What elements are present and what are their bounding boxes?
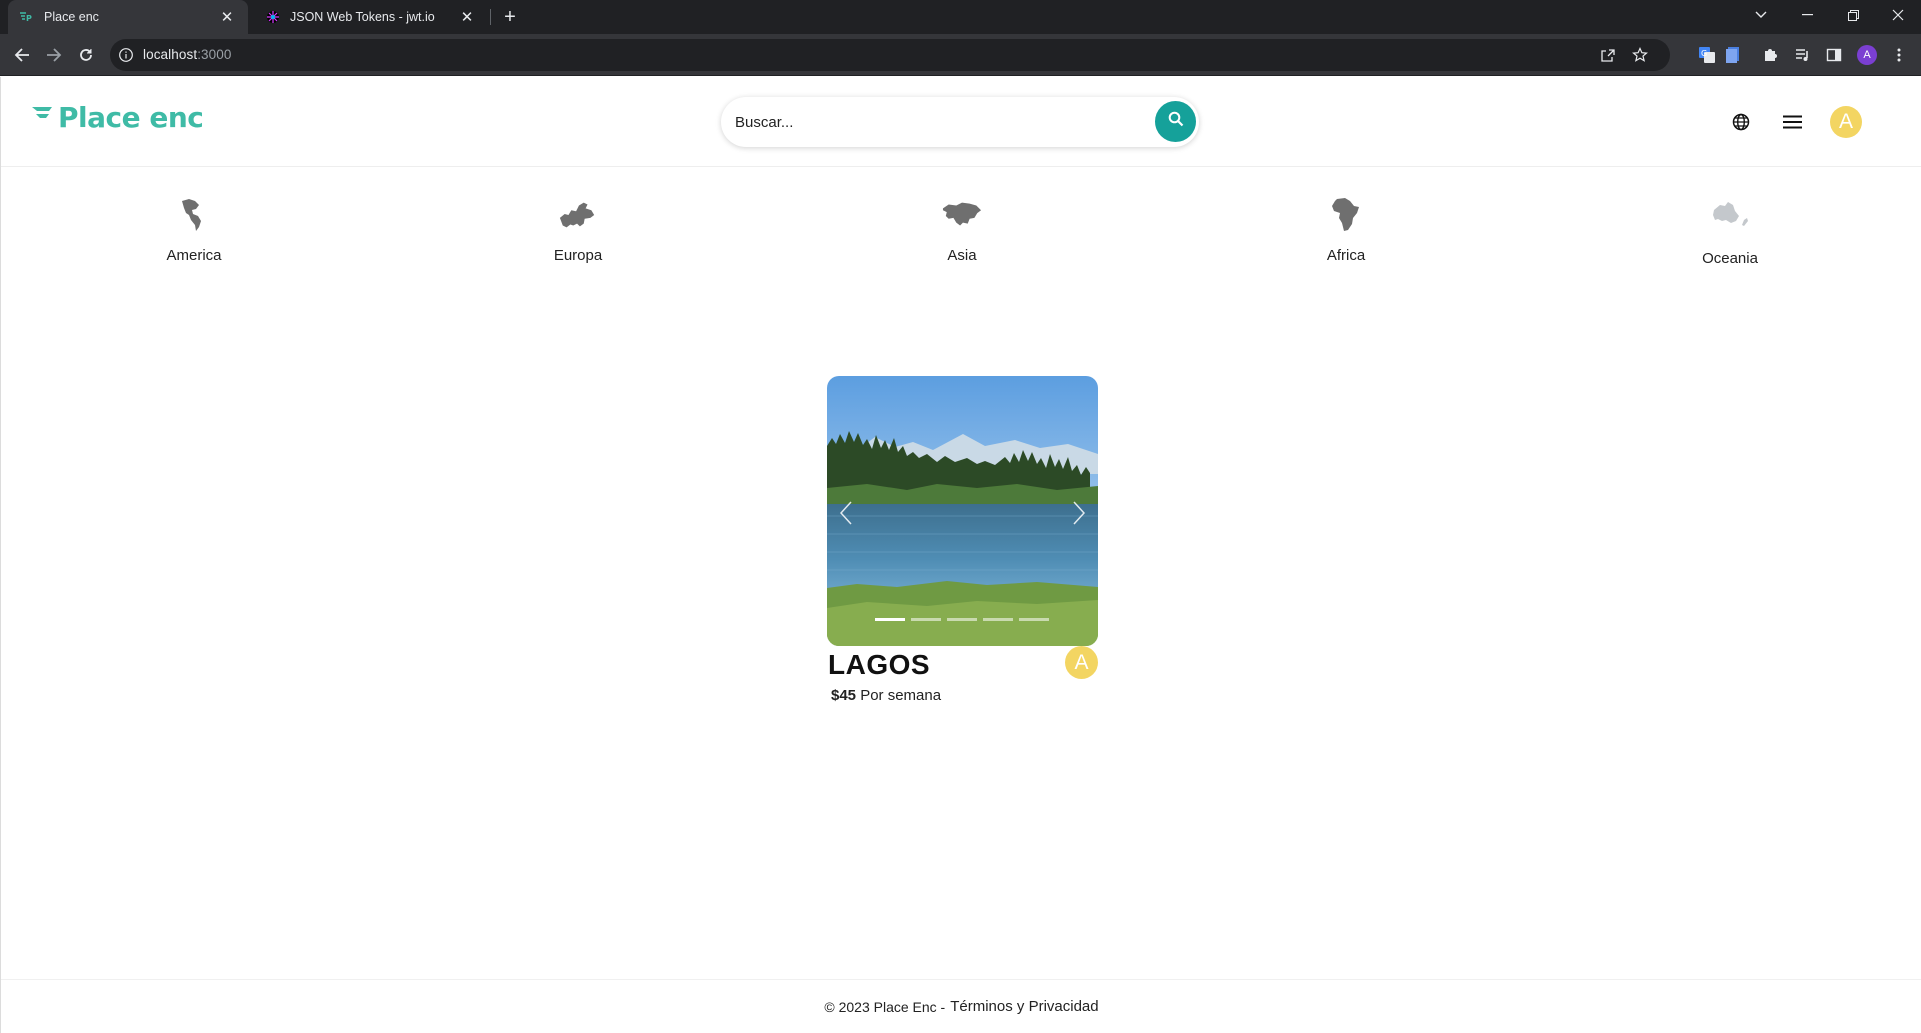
listing-title: LAGOS	[828, 649, 931, 680]
logo-wings-icon	[32, 104, 56, 131]
category-asia[interactable]: Asia	[882, 195, 1042, 264]
site-info-icon[interactable]	[118, 47, 134, 63]
restore-icon[interactable]	[1830, 0, 1876, 30]
user-avatar[interactable]: A	[1830, 106, 1862, 138]
profile-avatar-icon[interactable]: A	[1857, 45, 1877, 65]
price-amount: $45	[831, 687, 857, 704]
reload-icon[interactable]	[72, 41, 100, 69]
carousel-indicator[interactable]	[911, 618, 941, 621]
tab-close-icon[interactable]: ✕	[458, 8, 476, 26]
copyright-text: © 2023 Place Enc -	[824, 998, 946, 1015]
tab-separator	[490, 9, 491, 25]
translate-extension-icon[interactable]: G	[1697, 45, 1717, 65]
forward-arrow-icon[interactable]	[40, 41, 68, 69]
address-bar[interactable]: localhost:3000	[110, 39, 1670, 71]
carousel-indicator[interactable]	[1019, 618, 1049, 621]
globe-icon[interactable]	[1729, 110, 1753, 134]
search-button[interactable]	[1155, 101, 1196, 142]
listing-owner-avatar[interactable]: A	[1065, 646, 1098, 679]
terms-link[interactable]: Términos y Privacidad	[950, 998, 1098, 1015]
category-label: Africa	[1326, 247, 1366, 264]
carousel-next-chevron-icon[interactable]	[1068, 498, 1090, 528]
carousel-prev-chevron-icon[interactable]	[835, 498, 857, 528]
category-africa[interactable]: Africa	[1266, 195, 1426, 264]
docs-extension-icon[interactable]	[1723, 45, 1743, 65]
category-label: Europa	[553, 247, 603, 264]
search-bar	[721, 97, 1199, 147]
browser-tab-active[interactable]: P Place enc ✕	[8, 0, 248, 34]
site-footer: © 2023 Place Enc - Términos y Privacidad	[1, 979, 1921, 1033]
media-playlist-icon[interactable]	[1792, 45, 1812, 65]
asia-map-icon	[942, 195, 982, 235]
url-text: localhost:3000	[143, 47, 232, 62]
svg-text:G: G	[1701, 49, 1707, 58]
category-europa[interactable]: Europa	[498, 195, 658, 264]
category-label: Oceania	[1702, 250, 1758, 267]
carousel-indicator[interactable]	[947, 618, 977, 621]
kebab-menu-icon[interactable]	[1889, 45, 1909, 65]
listing-image-carousel[interactable]	[827, 376, 1098, 646]
category-label: America	[166, 247, 222, 264]
carousel-indicator[interactable]	[875, 618, 905, 621]
close-window-icon[interactable]	[1875, 0, 1921, 30]
search-input[interactable]	[735, 110, 1135, 134]
browser-tab[interactable]: JSON Web Tokens - jwt.io ✕	[254, 0, 488, 34]
lake-landscape-image	[827, 376, 1098, 646]
site-header: Place enc A	[1, 77, 1921, 167]
browser-tabstrip: P Place enc ✕ JSON Web Tokens - jwt.io ✕…	[0, 0, 1921, 34]
svg-text:P: P	[26, 14, 32, 22]
tab-title: JSON Web Tokens - jwt.io	[290, 10, 435, 24]
new-tab-plus-icon[interactable]: +	[498, 5, 522, 29]
bookmark-star-icon[interactable]	[1630, 45, 1650, 65]
share-icon[interactable]	[1598, 45, 1618, 65]
carousel-indicators	[875, 618, 1049, 621]
site-logo[interactable]: Place enc	[32, 101, 204, 134]
hamburger-menu-icon[interactable]	[1780, 110, 1804, 134]
category-oceania[interactable]: Oceania	[1650, 195, 1810, 267]
continent-filter-bar: America Europa Asia Africa Oceania	[1, 195, 1921, 305]
search-icon	[1168, 111, 1184, 132]
browser-toolbar: localhost:3000 G A	[0, 34, 1921, 76]
tab-title: Place enc	[44, 10, 99, 24]
minimize-icon[interactable]	[1784, 0, 1830, 30]
extensions-puzzle-icon[interactable]	[1760, 45, 1780, 65]
america-map-icon	[174, 195, 214, 235]
tab-search-chevron-icon[interactable]	[1738, 0, 1784, 30]
category-america[interactable]: America	[114, 195, 274, 264]
carousel-indicator[interactable]	[983, 618, 1013, 621]
listing-card[interactable]: LAGOS A $45 Por semana	[827, 376, 1098, 704]
tab-close-icon[interactable]: ✕	[218, 8, 236, 26]
place-enc-favicon-icon: P	[20, 10, 34, 24]
page-content: Place enc A America	[0, 77, 1921, 1033]
logo-text: Place enc	[58, 101, 204, 134]
category-label: Asia	[947, 247, 977, 264]
africa-map-icon	[1326, 195, 1366, 235]
side-panel-icon[interactable]	[1824, 45, 1844, 65]
jwt-favicon-icon	[266, 10, 280, 24]
back-arrow-icon[interactable]	[8, 41, 36, 69]
europe-map-icon	[558, 195, 598, 235]
listing-price: $45 Por semana	[831, 687, 941, 704]
oceania-map-icon	[1710, 195, 1750, 235]
price-suffix: Por semana	[860, 687, 942, 704]
